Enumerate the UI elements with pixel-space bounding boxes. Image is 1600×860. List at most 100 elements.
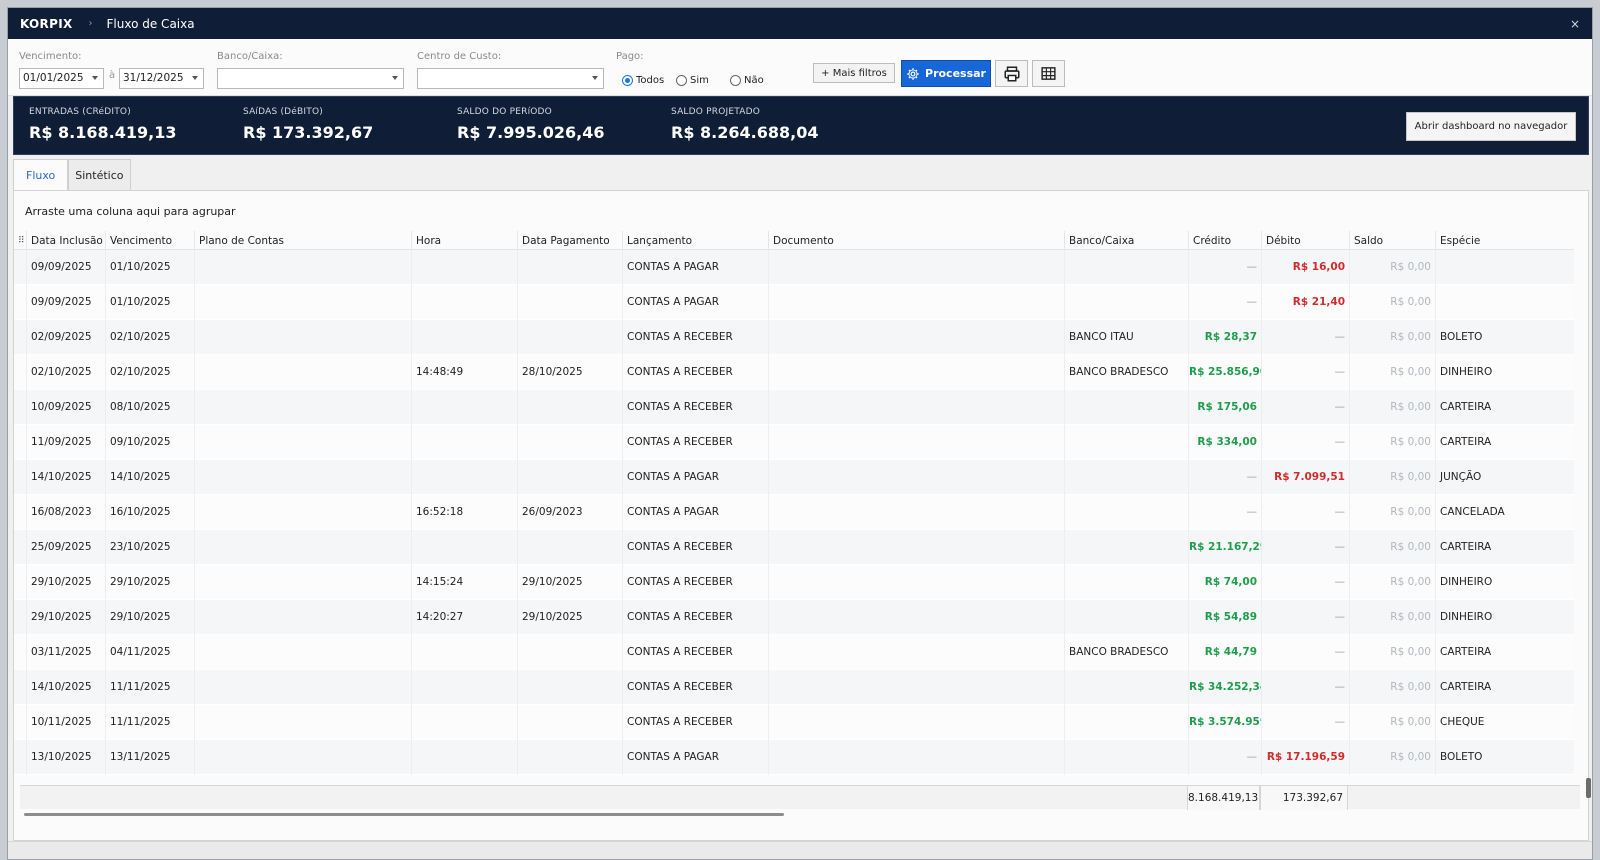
cell-banco-caixa — [1064, 740, 1188, 775]
table-row[interactable]: 09/09/2025 01/10/2025 CONTAS A PAGAR — R$ 21… — [14, 285, 1574, 320]
centro-custo-label: Centro de Custo: — [417, 51, 502, 62]
date-to-value: 31/12/2025 — [123, 72, 184, 84]
cell-especie: BOLETO — [1435, 740, 1550, 775]
table-row[interactable]: 11/09/2025 09/10/2025 CONTAS A RECEBER R$ 3… — [14, 425, 1574, 460]
table-row[interactable]: 02/10/2025 02/10/2025 14:48:49 28/10/2025 CO… — [14, 355, 1574, 390]
kpi-saldo-periodo-label: SALDO DO PERíODO — [457, 107, 552, 117]
close-icon[interactable]: × — [1570, 17, 1580, 31]
header-col-hora[interactable]: Hora — [411, 231, 517, 250]
filter-bar: Vencimento: 01/01/2025 à 31/12/2025 Banc… — [8, 39, 1592, 96]
process-button[interactable]: Processar — [901, 60, 991, 87]
table-row[interactable]: 16/08/2023 16/10/2025 16:52:18 26/09/2023 CO… — [14, 495, 1574, 530]
table-row[interactable]: 09/09/2025 01/10/2025 CONTAS A PAGAR — R$ 16… — [14, 250, 1574, 285]
cell-banco-caixa — [1064, 425, 1188, 460]
table-row[interactable]: 25/09/2025 23/10/2025 CONTAS A RECEBER R$ 2… — [14, 530, 1574, 565]
cell-saldo: R$ 0,00 — [1349, 600, 1435, 635]
cell-credito: R$ 21.167,29 — [1188, 530, 1261, 565]
cell-credito: R$ 28,37 — [1188, 320, 1261, 355]
date-range-separator: à — [109, 70, 116, 81]
cell-saldo: R$ 0,00 — [1349, 285, 1435, 320]
table-row[interactable]: 14/10/2025 14/10/2025 CONTAS A PAGAR — R$ 7.… — [14, 460, 1574, 495]
date-from-picker[interactable]: 01/01/2025 — [19, 68, 104, 89]
cell-documento — [768, 705, 1064, 740]
cell-documento — [768, 495, 1064, 530]
header-col-especie[interactable]: Espécie — [1435, 231, 1550, 250]
table-row[interactable]: 14/10/2025 11/11/2025 CONTAS A RECEBER R$ 3… — [14, 670, 1574, 705]
cell-vencimento: 11/11/2025 — [105, 670, 194, 705]
cell-credito: R$ 74,00 — [1188, 565, 1261, 600]
table-row[interactable]: 13/10/2025 13/11/2025 CONTAS A PAGAR — R$ 17… — [14, 740, 1574, 775]
cell-debito: — — [1261, 670, 1349, 705]
cell-debito: — — [1261, 425, 1349, 460]
cell-lancamento: CONTAS A RECEBER — [622, 425, 768, 460]
cell-saldo: R$ 0,00 — [1349, 565, 1435, 600]
cell-plano-contas — [194, 565, 411, 600]
cell-data-pagamento — [517, 460, 622, 495]
banco-select[interactable] — [217, 68, 404, 89]
print-button[interactable] — [995, 60, 1028, 87]
cell-lancamento: CONTAS A PAGAR — [622, 460, 768, 495]
cell-credito: — — [1188, 285, 1261, 320]
header-col-data-inclusao[interactable]: Data Inclusão — [26, 231, 105, 250]
printer-icon — [1004, 66, 1019, 81]
cell-plano-contas — [194, 740, 411, 775]
cell-data-inclusao: 10/11/2025 — [26, 705, 105, 740]
table-row[interactable]: 29/10/2025 29/10/2025 14:15:24 29/10/2025 CO… — [14, 565, 1574, 600]
kpi-saldo-periodo: SALDO DO PERíODO R$ 7.995.026,46 — [457, 107, 604, 142]
kpi-saidas: SAíDAS (DéBITO) R$ 173.392,67 — [243, 107, 373, 142]
table-row[interactable]: 10/09/2025 08/10/2025 CONTAS A RECEBER R$ 1… — [14, 390, 1574, 425]
cell-plano-contas — [194, 425, 411, 460]
cell-saldo: R$ 0,00 — [1349, 390, 1435, 425]
table-row[interactable]: 29/10/2025 29/10/2025 14:20:27 29/10/2025 CO… — [14, 600, 1574, 635]
cell-credito: — — [1188, 740, 1261, 775]
header-col-lancamento[interactable]: Lançamento — [622, 231, 768, 250]
cell-debito: — — [1261, 530, 1349, 565]
cell-lancamento: CONTAS A RECEBER — [622, 635, 768, 670]
header-col-debito[interactable]: Débito — [1261, 231, 1349, 250]
banco-label: Banco/Caixa: — [217, 51, 283, 62]
tab-fluxo[interactable]: Fluxo — [13, 159, 69, 190]
cell-data-inclusao: 02/10/2025 — [26, 355, 105, 390]
date-from-value: 01/01/2025 — [23, 72, 84, 84]
cell-credito: R$ 334,00 — [1188, 425, 1261, 460]
open-dashboard-button[interactable]: Abrir dashboard no navegador — [1406, 112, 1576, 141]
radio-sim[interactable]: Sim — [676, 75, 709, 86]
cell-especie: JUNÇÃO — [1435, 460, 1550, 495]
header-col-banco-caixa[interactable]: Banco/Caixa — [1064, 231, 1188, 250]
more-filters-button[interactable]: + Mais filtros — [813, 63, 895, 83]
cell-hora: 14:48:49 — [411, 355, 517, 390]
header-col-plano-contas[interactable]: Plano de Contas — [194, 231, 411, 250]
cell-data-pagamento — [517, 425, 622, 460]
chevron-down-icon — [592, 76, 598, 80]
header-col-documento[interactable]: Documento — [768, 231, 1064, 250]
cell-data-pagamento — [517, 390, 622, 425]
summary-panel: ENTRADAS (CRéDITO) R$ 8.168.419,13 SAíDA… — [13, 96, 1589, 155]
chevron-down-icon — [92, 76, 98, 80]
table-row[interactable]: 02/09/2025 02/10/2025 CONTAS A RECEBER BANC… — [14, 320, 1574, 355]
cell-data-pagamento: 29/10/2025 — [517, 600, 622, 635]
cell-data-inclusao: 16/08/2023 — [26, 495, 105, 530]
cell-data-inclusao: 29/10/2025 — [26, 565, 105, 600]
cell-especie: DINHEIRO — [1435, 600, 1550, 635]
cell-hora: 14:15:24 — [411, 565, 517, 600]
cell-especie: CARTEIRA — [1435, 670, 1550, 705]
tab-sintetico[interactable]: Sintético — [68, 159, 131, 190]
header-col-saldo[interactable]: Saldo — [1349, 231, 1435, 250]
cell-plano-contas — [194, 495, 411, 530]
cell-data-pagamento — [517, 285, 622, 320]
column-chooser-icon[interactable]: ⠿ — [18, 236, 25, 246]
table-row[interactable]: 10/11/2025 11/11/2025 CONTAS A RECEBER R$ 3… — [14, 705, 1574, 740]
grid-view-button[interactable] — [1032, 60, 1065, 87]
group-panel-hint[interactable]: Arraste uma coluna aqui para agrupar — [25, 205, 236, 218]
cell-especie — [1435, 250, 1550, 285]
header-col-vencimento[interactable]: Vencimento — [105, 231, 194, 250]
header-col-data-pagamento[interactable]: Data Pagamento — [517, 231, 622, 250]
horizontal-scrollbar[interactable] — [24, 813, 784, 816]
radio-todos[interactable]: Todos — [622, 75, 664, 86]
vertical-scrollbar[interactable] — [1586, 778, 1591, 798]
centro-custo-select[interactable] — [417, 68, 604, 89]
date-to-picker[interactable]: 31/12/2025 — [119, 68, 204, 89]
header-col-credito[interactable]: Crédito — [1188, 231, 1261, 250]
radio-nao[interactable]: Não — [730, 75, 764, 86]
table-row[interactable]: 03/11/2025 04/11/2025 CONTAS A RECEBER BANC… — [14, 635, 1574, 670]
